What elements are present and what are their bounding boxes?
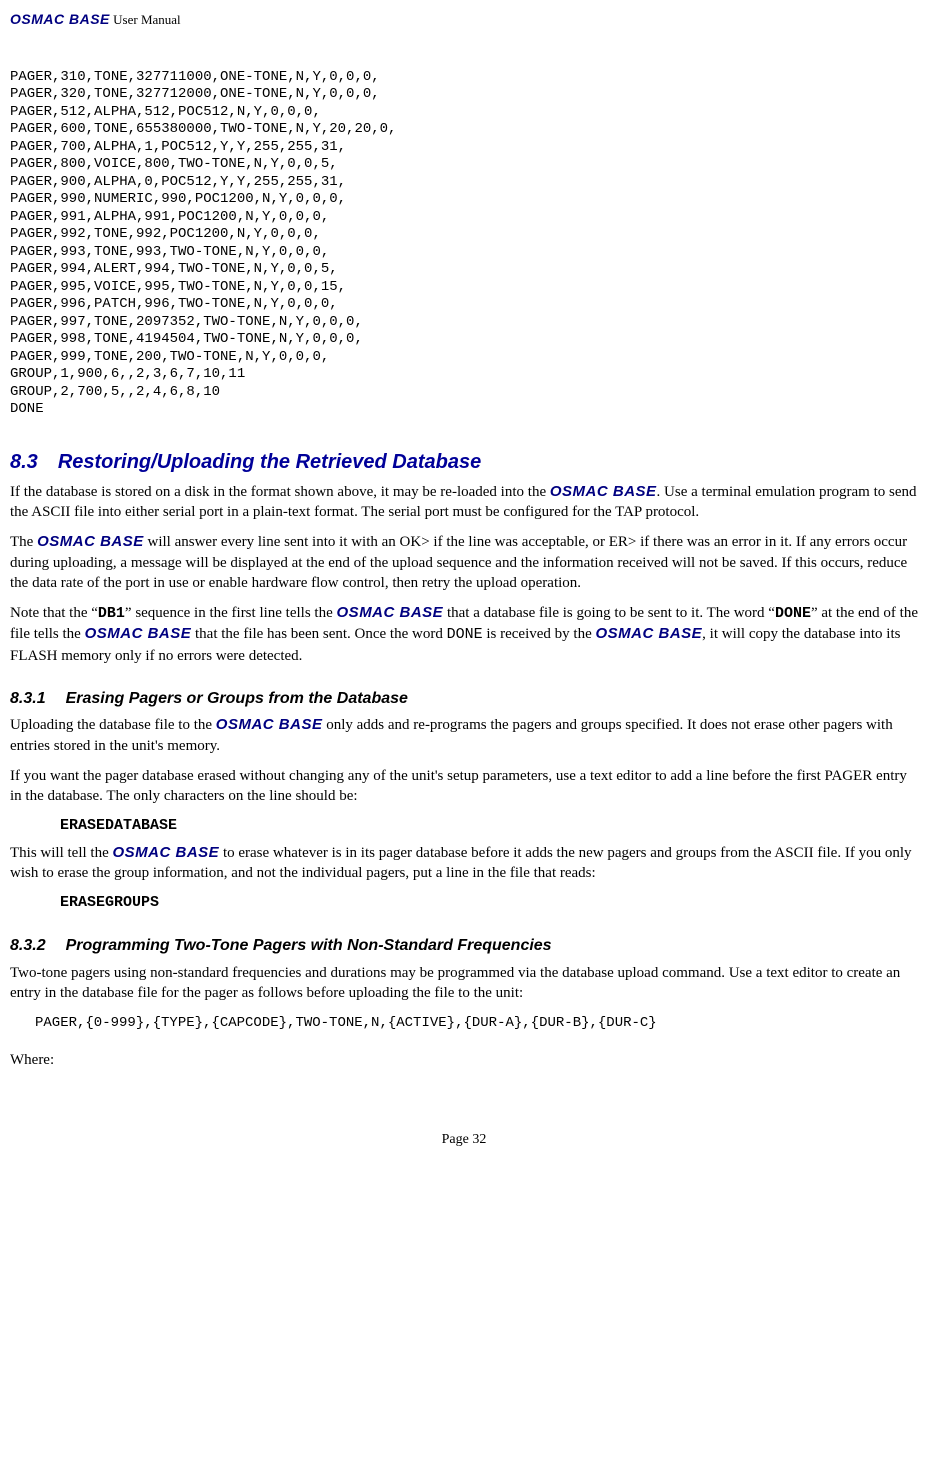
erasedatabase-code: ERASEDATABASE — [60, 816, 918, 836]
section-8-3-para-2: The OSMAC BASE will answer every line se… — [10, 532, 918, 593]
subsection-title: Programming Two-Tone Pagers with Non-Sta… — [66, 937, 552, 954]
database-code-block: PAGER,310,TONE,327711000,ONE-TONE,N,Y,0,… — [10, 69, 918, 419]
section-8-3-heading: 8.3 Restoring/Uploading the Retrieved Dat… — [10, 449, 918, 476]
pager-format-code: PAGER,{0-999},{TYPE},{CAPCODE},TWO-TONE,… — [35, 1014, 918, 1033]
section-8-3-para-3: Note that the “DB1” sequence in the firs… — [10, 603, 918, 666]
done-code: DONE — [775, 605, 811, 622]
section-8-3-2-heading: 8.3.2 Programming Two-Tone Pagers with No… — [10, 935, 918, 957]
section-number: 8.3 — [10, 449, 38, 476]
brand-inline: OSMAC BASE — [337, 604, 444, 621]
brand-name: OSMAC BASE — [10, 11, 110, 27]
where-label: Where: — [10, 1050, 918, 1070]
erasegroups-code: ERASEGROUPS — [60, 893, 918, 913]
brand-inline: OSMAC BASE — [85, 625, 192, 642]
header-suffix: User Manual — [110, 12, 181, 27]
section-8-3-1-para-2: If you want the pager database erased wi… — [10, 766, 918, 807]
subsection-title: Erasing Pagers or Groups from the Databa… — [66, 690, 408, 707]
section-8-3-para-1: If the database is stored on a disk in t… — [10, 482, 918, 523]
section-8-3-1-para-3: This will tell the OSMAC BASE to erase w… — [10, 843, 918, 884]
brand-inline: OSMAC BASE — [595, 625, 702, 642]
brand-inline: OSMAC BASE — [216, 716, 323, 733]
db1-code: DB1 — [98, 605, 125, 622]
brand-inline: OSMAC BASE — [113, 844, 220, 861]
subsection-number: 8.3.1 — [10, 688, 46, 710]
section-title: Restoring/Uploading the Retrieved Databa… — [58, 451, 481, 473]
brand-inline: OSMAC BASE — [37, 533, 144, 550]
section-8-3-1-heading: 8.3.1 Erasing Pagers or Groups from the D… — [10, 688, 918, 710]
done-code-2: DONE — [447, 626, 483, 643]
page-header: OSMAC BASE User Manual — [10, 10, 918, 29]
subsection-number: 8.3.2 — [10, 935, 46, 957]
brand-inline: OSMAC BASE — [550, 483, 657, 500]
section-8-3-2-para-1: Two-tone pagers using non-standard frequ… — [10, 963, 918, 1004]
page-footer: Page 32 — [10, 1131, 918, 1150]
section-8-3-1-para-1: Uploading the database file to the OSMAC… — [10, 715, 918, 756]
